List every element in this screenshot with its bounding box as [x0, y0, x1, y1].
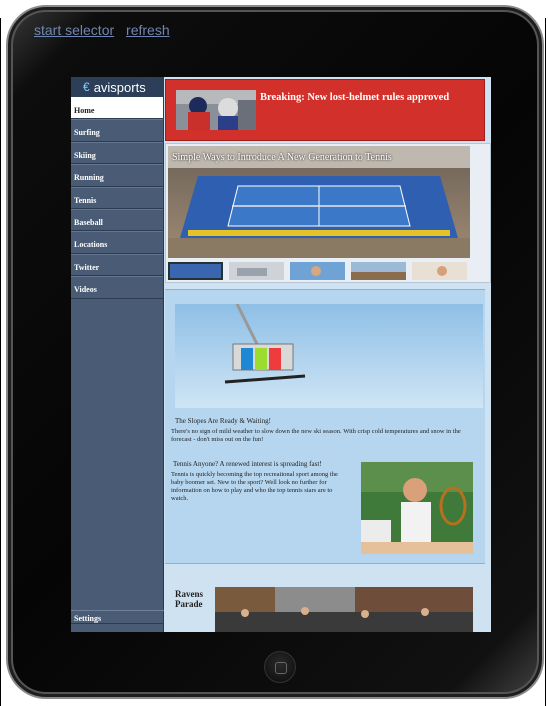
carousel-thumb[interactable]	[290, 262, 345, 280]
sidebar-item-tennis[interactable]: Tennis	[71, 186, 163, 209]
refresh-link[interactable]: refresh	[126, 22, 170, 38]
sidebar-item-label: Twitter	[74, 262, 100, 272]
sidebar-item-label: Surfing	[74, 128, 100, 138]
sidebar-item-label: Locations	[74, 240, 108, 250]
frame-edge	[545, 18, 546, 706]
sidebar-item-videos[interactable]: Videos	[71, 276, 163, 299]
breaking-news-image	[176, 90, 256, 130]
sidebar-item-label: Running	[74, 173, 104, 183]
home-button[interactable]	[264, 651, 296, 683]
feature-carousel: Simple Ways to Introduce A New Generatio…	[165, 143, 491, 283]
sidebar: € avisports Home Surfing Skiing Running …	[71, 77, 164, 632]
top-links: start selector refresh	[34, 22, 178, 38]
ravens-title: Ravens Parade	[175, 589, 204, 609]
ski-text: There's no sign of mild weather to slow …	[171, 428, 461, 443]
sidebar-item-twitter[interactable]: Twitter	[71, 253, 163, 277]
sidebar-item-label: Baseball	[74, 217, 103, 227]
tennis-player-image[interactable]	[361, 462, 473, 554]
content: Breaking: New lost-helmet rules approved	[165, 77, 491, 632]
frame-edge	[0, 18, 1, 706]
carousel-thumbnails	[168, 262, 467, 280]
start-selector-link[interactable]: start selector	[34, 22, 114, 38]
ski-lift-image[interactable]	[175, 304, 483, 408]
sidebar-item-running[interactable]: Running	[71, 164, 163, 187]
sidebar-item-label: Skiing	[74, 150, 96, 160]
breaking-news-banner[interactable]: Breaking: New lost-helmet rules approved	[165, 79, 485, 141]
promo-section: The Slopes Are Ready & Waiting! There's …	[165, 289, 485, 564]
carousel-thumb[interactable]	[412, 262, 467, 280]
sidebar-item-label: Home	[74, 106, 95, 115]
carousel-thumb[interactable]	[351, 262, 406, 280]
tennis-heading: Tennis Anyone? A renewed interest is spr…	[173, 460, 322, 468]
sidebar-item-label: Tennis	[74, 195, 97, 205]
feature-title: Simple Ways to Introduce A New Generatio…	[172, 152, 392, 163]
screen: € avisports Home Surfing Skiing Running …	[71, 77, 491, 632]
logo-icon: €	[83, 80, 90, 94]
sidebar-item-surfing[interactable]: Surfing	[71, 119, 163, 142]
sidebar-item-skiing[interactable]: Skiing	[71, 141, 163, 165]
sidebar-item-locations[interactable]: Locations	[71, 231, 163, 254]
sidebar-item-home[interactable]: Home	[71, 97, 163, 120]
ski-heading: The Slopes Are Ready & Waiting!	[175, 417, 271, 425]
carousel-thumb[interactable]	[229, 262, 284, 280]
logo: € avisports	[71, 77, 163, 97]
settings-link[interactable]: Settings	[71, 610, 164, 624]
tennis-text: Tennis is quickly becoming the top recre…	[171, 471, 338, 502]
sidebar-item-label: Videos	[74, 285, 97, 295]
sidebar-item-baseball[interactable]: Baseball	[71, 208, 163, 232]
carousel-thumb[interactable]	[168, 262, 223, 280]
ravens-parade-section: Ravens Parade	[165, 569, 491, 632]
ravens-parade-image[interactable]	[215, 587, 473, 632]
logo-text: avisports	[93, 79, 146, 95]
breaking-headline: Breaking: New lost-helmet rules approved	[260, 92, 450, 103]
